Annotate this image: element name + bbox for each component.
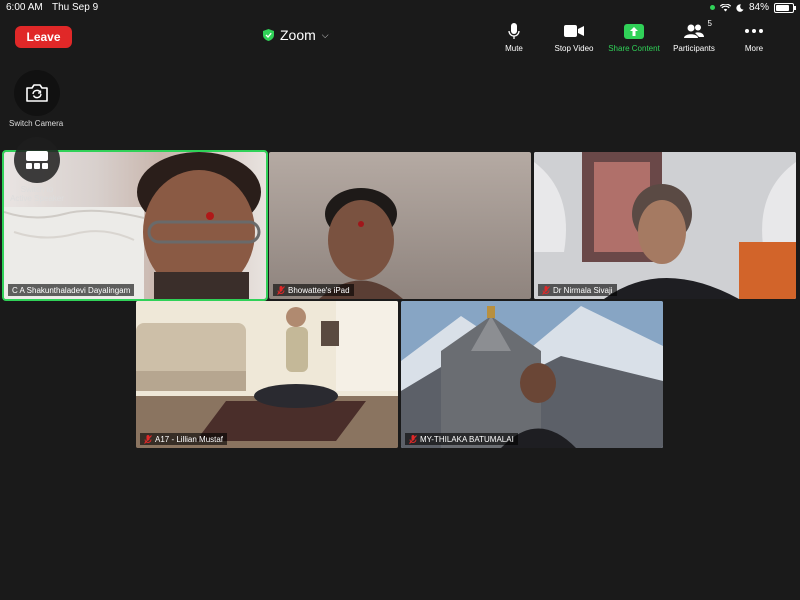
switch-to-active-speaker-button[interactable] [14,137,60,183]
switch-camera-button[interactable] [14,70,60,116]
more-label: More [744,44,764,53]
participants-button[interactable]: 5 Participants [664,19,724,53]
participant-name-tag: Dr Nirmala Sivaji [538,284,617,296]
status-time: 6:00 AM [6,2,43,13]
share-content-button[interactable]: Share Content [604,22,664,53]
participant-name: C A Shakunthaladevi Dayalingam [12,285,131,295]
app-title: Zoom [280,27,316,43]
wifi-icon [719,3,731,11]
microphone-icon [508,22,520,39]
participant-name: Bhowattee's iPad [288,285,350,295]
meeting-title[interactable]: Zoom ⌵ [263,26,329,44]
leave-button[interactable]: Leave [15,26,72,48]
stop-video-button[interactable]: Stop Video [544,22,604,53]
speaker-view-icon [26,151,48,169]
meeting-toolbar: Mute Stop Video Share Content 5 Particip… [484,19,784,53]
switch-camera-icon [26,84,48,102]
chevron-down-icon: ⌵ [321,29,329,40]
battery-fill [776,4,789,11]
participant-name-tag: MY-THILAKA BATUMALAI [405,433,518,445]
share-content-label: Share Content [608,44,660,53]
status-date: Thu Sep 9 [52,2,99,13]
participant-name: MY-THILAKA BATUMALAI [420,434,514,444]
switch-camera-label: Switch Camera [9,119,64,128]
participant-count: 5 [707,19,712,28]
participants-label: Participants [673,44,715,53]
camera-in-use-indicator [709,5,715,10]
participant-name: A17 - Lillian Mustaf [155,434,224,444]
mute-button[interactable]: Mute [484,22,544,53]
stop-video-label: Stop Video [554,44,594,53]
participant-name: Dr Nirmala Sivaji [553,285,613,295]
ios-status-bar: 6:00 AM Thu Sep 9 84% [0,0,800,16]
mute-label: Mute [505,44,523,53]
switch-to-active-speaker-label: Switch to Active Speaker [10,185,64,203]
mic-muted-icon [409,434,417,444]
battery-icon [774,2,796,13]
participants-icon [684,24,704,38]
participant-video-4 [136,301,398,448]
participant-name-tag: A17 - Lillian Mustaf [140,433,228,445]
video-camera-icon [564,25,584,37]
participant-video-3 [534,152,796,299]
zoom-meeting-screen: 6:00 AM Thu Sep 9 84% Leave Zoom ⌵ Mute … [0,0,800,600]
more-button[interactable]: More [724,22,784,53]
video-tile[interactable]: A17 - Lillian Mustaf [136,301,398,448]
security-shield-icon [263,29,274,41]
status-right: 84% [709,2,796,13]
moon-icon [736,3,744,12]
mic-muted-icon [277,285,285,295]
battery-percent: 84% [748,2,769,13]
mic-muted-icon [144,434,152,444]
participant-video-5 [401,301,663,448]
mic-muted-icon [542,285,550,295]
video-tile[interactable]: Dr Nirmala Sivaji [534,152,796,299]
participant-video-2 [319,188,403,299]
share-arrow-icon [624,23,644,39]
video-tile[interactable]: MY-THILAKA BATUMALAI [401,301,663,448]
more-dots-icon [745,29,763,33]
video-tile[interactable]: Bhowattee's iPad [269,152,531,299]
participant-name-tag: C A Shakunthaladevi Dayalingam [8,284,135,296]
participant-name-tag: Bhowattee's iPad [273,284,354,296]
